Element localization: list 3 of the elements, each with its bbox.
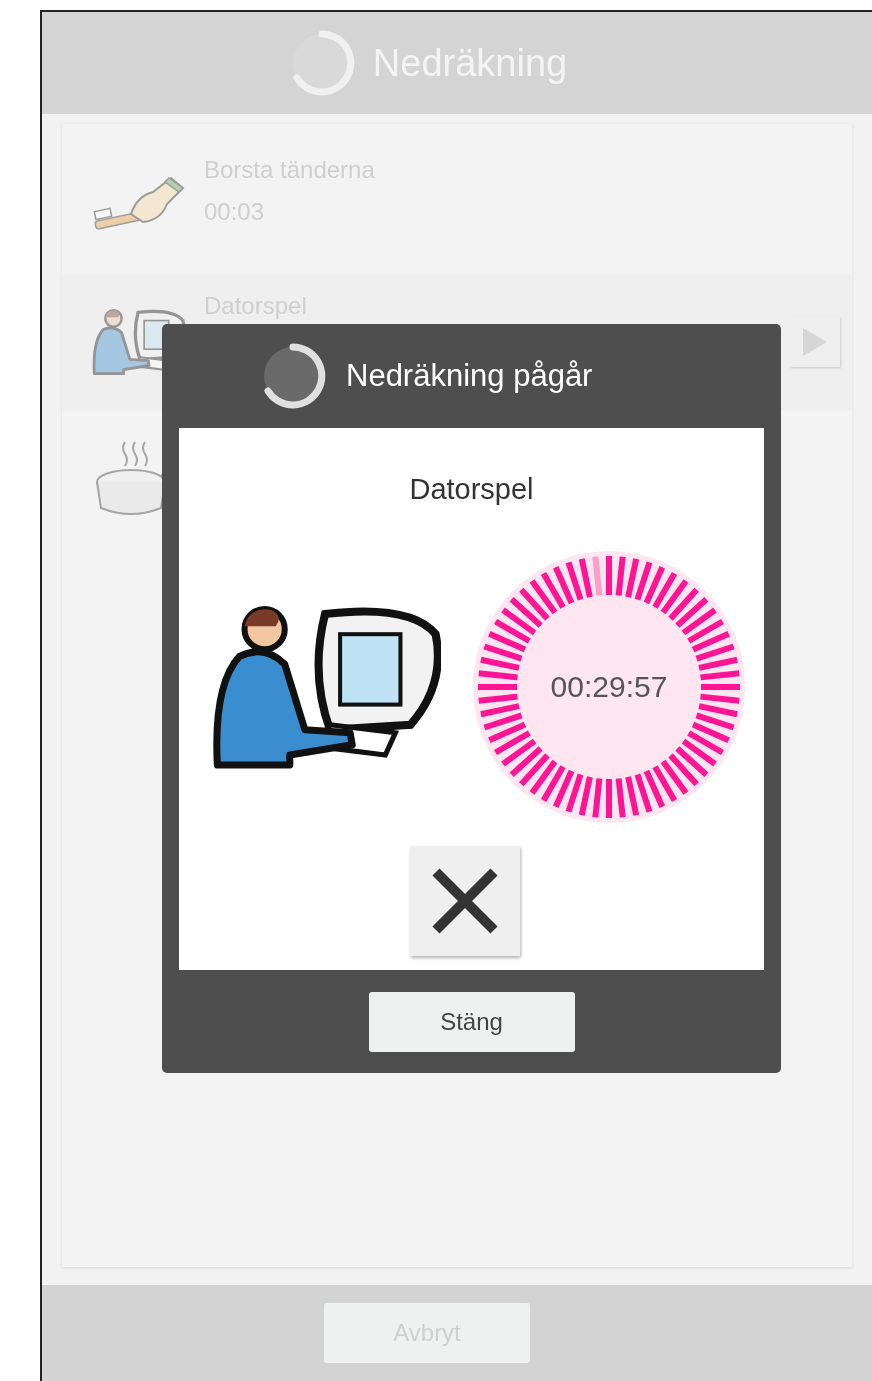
dialog-title: Nedräkning pågår — [346, 356, 593, 395]
countdown-time: 00:29:57 — [549, 669, 669, 705]
activity-title: Datorspel — [409, 472, 534, 507]
